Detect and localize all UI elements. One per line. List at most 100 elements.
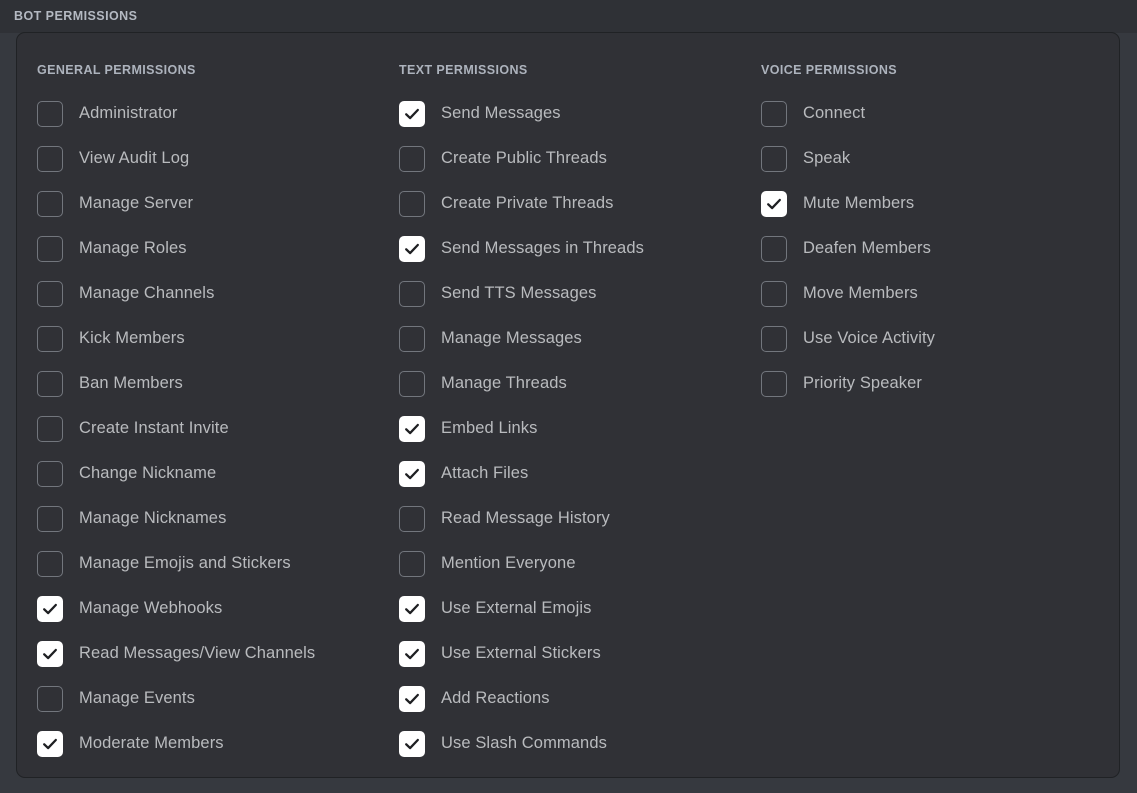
top-bar: BOT PERMISSIONS	[0, 0, 1137, 33]
permission-checkbox[interactable]	[37, 145, 63, 172]
permission-row[interactable]: Administrator	[37, 91, 379, 136]
permission-row[interactable]: Manage Server	[37, 181, 379, 226]
permission-label: Manage Server	[79, 194, 194, 212]
check-icon	[404, 646, 420, 662]
permission-row[interactable]: Manage Emojis and Stickers	[37, 541, 379, 586]
permission-label: Moderate Members	[79, 734, 224, 752]
permission-row[interactable]: Moderate Members	[37, 721, 379, 766]
permission-row[interactable]: Create Public Threads	[399, 136, 739, 181]
permission-checkbox[interactable]	[399, 235, 425, 262]
permission-checkbox[interactable]	[37, 370, 63, 397]
permission-checkbox[interactable]	[37, 595, 63, 622]
permission-label: Manage Webhooks	[79, 599, 223, 617]
column-header-general: GENERAL PERMISSIONS	[37, 63, 196, 77]
permission-checkbox[interactable]	[761, 100, 787, 127]
permission-row[interactable]: Manage Threads	[399, 361, 739, 406]
permission-row[interactable]: Manage Nicknames	[37, 496, 379, 541]
permission-row[interactable]: Manage Roles	[37, 226, 379, 271]
permission-checkbox[interactable]	[37, 685, 63, 712]
permission-checkbox[interactable]	[399, 325, 425, 352]
permission-row[interactable]: Create Instant Invite	[37, 406, 379, 451]
permission-row[interactable]: Send Messages	[399, 91, 739, 136]
page-title: BOT PERMISSIONS	[14, 9, 138, 23]
permission-label: Deafen Members	[803, 239, 931, 257]
permission-label: View Audit Log	[79, 149, 190, 167]
permission-row[interactable]: Add Reactions	[399, 676, 739, 721]
permission-row[interactable]: Ban Members	[37, 361, 379, 406]
permission-row[interactable]: Embed Links	[399, 406, 739, 451]
check-icon	[766, 196, 782, 212]
permission-row[interactable]: Connect	[761, 91, 1099, 136]
permission-checkbox[interactable]	[37, 280, 63, 307]
permission-checkbox[interactable]	[761, 190, 787, 217]
permission-checkbox[interactable]	[399, 280, 425, 307]
permission-checkbox[interactable]	[37, 190, 63, 217]
permission-row[interactable]: Manage Channels	[37, 271, 379, 316]
permission-row[interactable]: Priority Speaker	[761, 361, 1099, 406]
permission-row[interactable]: View Audit Log	[37, 136, 379, 181]
permission-label: Change Nickname	[79, 464, 217, 482]
permission-row[interactable]: Use External Emojis	[399, 586, 739, 631]
permission-checkbox[interactable]	[399, 415, 425, 442]
permission-checkbox[interactable]	[761, 370, 787, 397]
permissions-columns: GENERAL PERMISSIONS Administrator View Au…	[17, 33, 1119, 777]
permission-row[interactable]: Speak	[761, 136, 1099, 181]
permission-checkbox[interactable]	[37, 235, 63, 262]
check-icon	[404, 601, 420, 617]
permission-row[interactable]: Read Messages/View Channels	[37, 631, 379, 676]
permission-checkbox[interactable]	[37, 505, 63, 532]
permission-checkbox[interactable]	[399, 550, 425, 577]
permission-checkbox[interactable]	[761, 235, 787, 262]
permission-label: Use Slash Commands	[441, 734, 607, 752]
permission-label: Use Voice Activity	[803, 329, 936, 347]
permission-checkbox[interactable]	[37, 640, 63, 667]
permission-checkbox[interactable]	[399, 370, 425, 397]
permission-checkbox[interactable]	[399, 100, 425, 127]
permission-list-voice: Connect Speak Mute Members Deafen Members Mo…	[761, 91, 1099, 406]
permission-checkbox[interactable]	[37, 415, 63, 442]
column-header-voice: VOICE PERMISSIONS	[761, 63, 897, 77]
permission-row[interactable]: Manage Events	[37, 676, 379, 721]
permission-row[interactable]: Read Message History	[399, 496, 739, 541]
permission-row[interactable]: Use Voice Activity	[761, 316, 1099, 361]
permission-row[interactable]: Mute Members	[761, 181, 1099, 226]
permission-checkbox[interactable]	[37, 460, 63, 487]
permission-row[interactable]: Mention Everyone	[399, 541, 739, 586]
permissions-column-general: GENERAL PERMISSIONS Administrator View Au…	[17, 33, 379, 777]
permission-label: Manage Messages	[441, 329, 582, 347]
permission-checkbox[interactable]	[761, 325, 787, 352]
permission-checkbox[interactable]	[399, 505, 425, 532]
check-icon	[404, 106, 420, 122]
permission-checkbox[interactable]	[37, 100, 63, 127]
permission-checkbox[interactable]	[399, 640, 425, 667]
column-header-text: TEXT PERMISSIONS	[399, 63, 528, 77]
check-icon	[42, 646, 58, 662]
permission-checkbox[interactable]	[37, 550, 63, 577]
permission-checkbox[interactable]	[761, 145, 787, 172]
permission-row[interactable]: Manage Messages	[399, 316, 739, 361]
permission-row[interactable]: Send Messages in Threads	[399, 226, 739, 271]
permission-row[interactable]: Move Members	[761, 271, 1099, 316]
permission-checkbox[interactable]	[37, 730, 63, 757]
permission-label: Manage Channels	[79, 284, 215, 302]
permission-checkbox[interactable]	[399, 190, 425, 217]
permission-row[interactable]: Manage Webhooks	[37, 586, 379, 631]
permission-row[interactable]: Kick Members	[37, 316, 379, 361]
permission-row[interactable]: Use Slash Commands	[399, 721, 739, 766]
permission-checkbox[interactable]	[399, 730, 425, 757]
permission-checkbox[interactable]	[399, 685, 425, 712]
permission-checkbox[interactable]	[37, 325, 63, 352]
bot-permissions-screen: BOT PERMISSIONS GENERAL PERMISSIONS Admi…	[0, 0, 1137, 793]
permission-checkbox[interactable]	[399, 460, 425, 487]
permission-label: Connect	[803, 104, 866, 122]
permission-row[interactable]: Deafen Members	[761, 226, 1099, 271]
permission-checkbox[interactable]	[399, 145, 425, 172]
permission-row[interactable]: Create Private Threads	[399, 181, 739, 226]
permission-checkbox[interactable]	[399, 595, 425, 622]
permission-row[interactable]: Change Nickname	[37, 451, 379, 496]
permission-row[interactable]: Attach Files	[399, 451, 739, 496]
permissions-panel: GENERAL PERMISSIONS Administrator View Au…	[16, 32, 1120, 778]
permission-row[interactable]: Use External Stickers	[399, 631, 739, 676]
permission-checkbox[interactable]	[761, 280, 787, 307]
permission-row[interactable]: Send TTS Messages	[399, 271, 739, 316]
